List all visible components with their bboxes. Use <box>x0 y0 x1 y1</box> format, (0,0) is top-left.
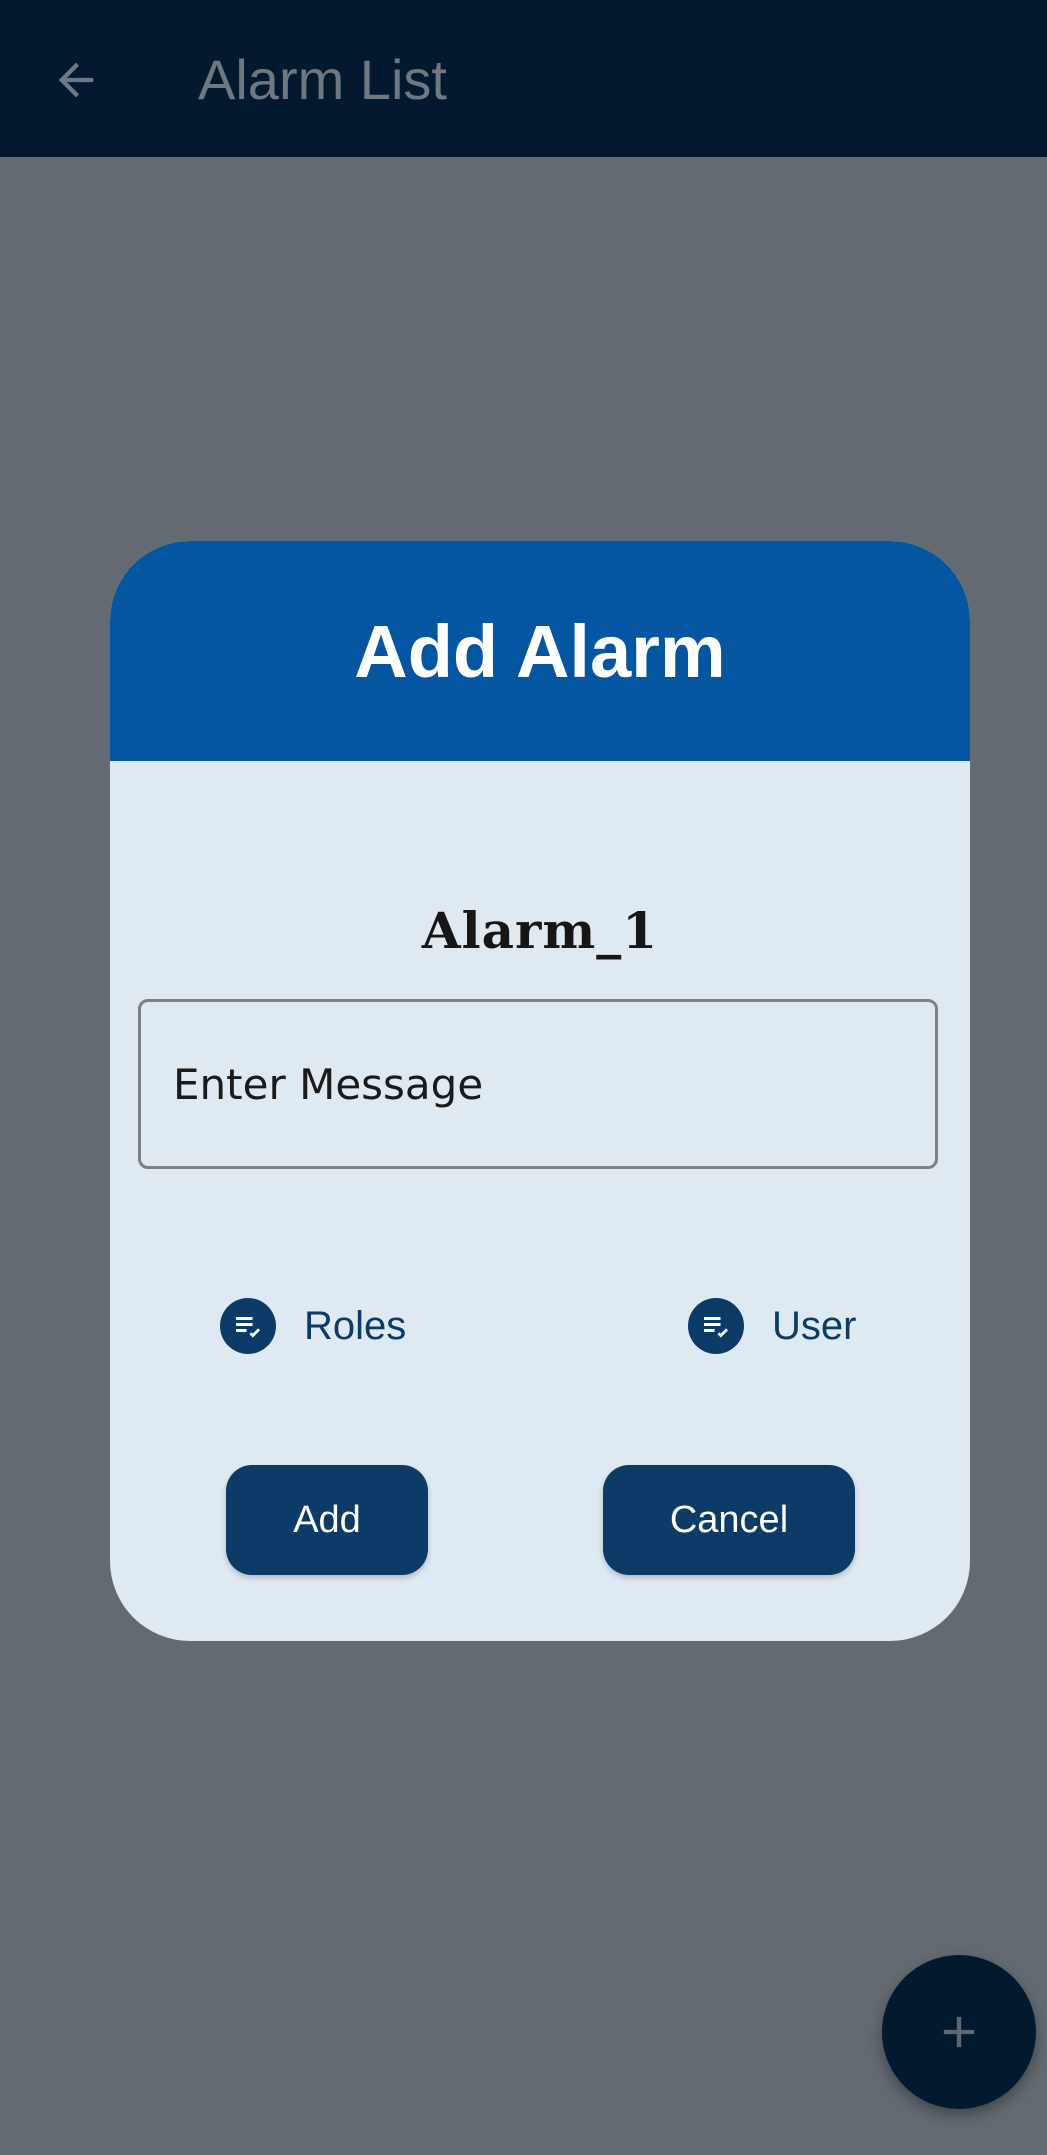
dialog-title: Add Alarm <box>354 609 726 693</box>
user-option[interactable]: User <box>688 1296 856 1356</box>
alarm-name: Alarm_1 <box>421 901 659 960</box>
cancel-button[interactable]: Cancel <box>603 1465 855 1575</box>
add-alarm-dialog: Add Alarm Alarm_1 Roles User Add Cancel <box>110 541 970 1641</box>
back-button[interactable] <box>36 40 116 120</box>
checklist-icon <box>688 1298 744 1354</box>
dialog-header: Add Alarm <box>110 541 970 761</box>
plus-icon <box>943 2016 975 2048</box>
user-label: User <box>772 1303 857 1348</box>
message-input[interactable] <box>138 999 938 1169</box>
roles-option[interactable]: Roles <box>220 1296 406 1356</box>
roles-label: Roles <box>304 1303 407 1348</box>
page-title: Alarm List <box>198 48 447 111</box>
app-bar: Alarm List <box>0 0 1047 157</box>
checklist-icon <box>220 1298 276 1354</box>
add-button[interactable]: Add <box>226 1465 428 1575</box>
arrow-left-icon <box>58 62 94 98</box>
add-alarm-fab[interactable] <box>882 1955 1036 2109</box>
